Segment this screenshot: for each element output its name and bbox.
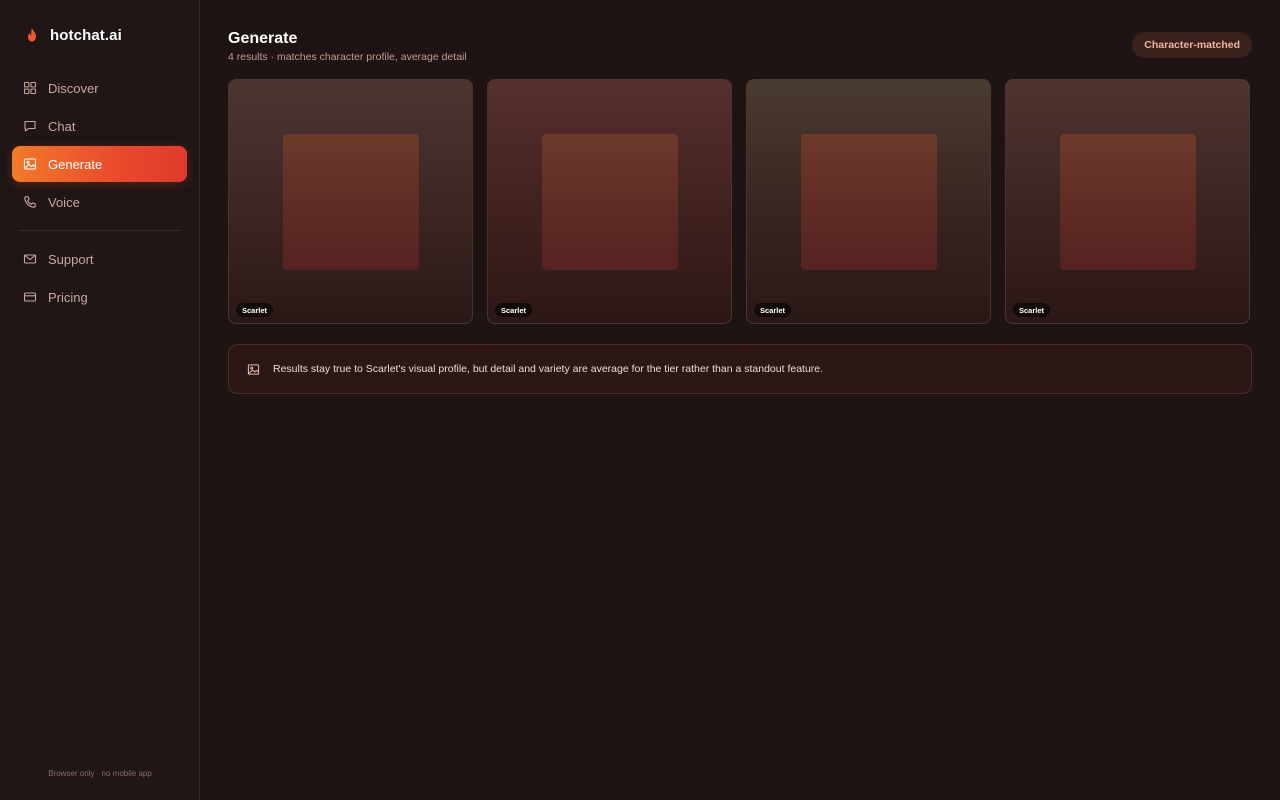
- character-tag: Scarlet: [754, 303, 792, 317]
- results-summary: 4 results · matches character profile, a…: [228, 51, 467, 63]
- status-badge: Character-matched: [1132, 32, 1252, 58]
- page-title: Generate: [228, 30, 298, 47]
- character-tag: Scarlet: [1013, 303, 1051, 317]
- sidebar-item-label: Generate: [48, 156, 103, 172]
- sidebar-item-voice[interactable]: Voice: [12, 184, 187, 220]
- result-image-placeholder: [542, 134, 678, 270]
- result-card[interactable]: Scarlet: [228, 79, 473, 324]
- sidebar-item-label: Voice: [48, 194, 80, 210]
- result-image-placeholder: [283, 134, 419, 270]
- grid-icon: [23, 81, 37, 95]
- chat-bubble-icon: [23, 119, 37, 133]
- info-note: Results stay true to Scarlet's visual pr…: [228, 344, 1252, 394]
- info-note-text: Results stay true to Scarlet's visual pr…: [273, 363, 824, 375]
- flame-icon: [26, 28, 38, 42]
- primary-nav: Discover Chat Generate Voice: [12, 70, 187, 220]
- results-grid: Scarlet Scarlet Scarlet Scarlet: [228, 79, 1252, 324]
- sidebar-divider: [18, 230, 181, 231]
- sidebar-item-label: Pricing: [48, 289, 88, 305]
- sidebar-item-chat[interactable]: Chat: [12, 108, 187, 144]
- brand[interactable]: hotchat.ai: [12, 0, 187, 70]
- phone-icon: [23, 195, 37, 209]
- sidebar-item-label: Discover: [48, 80, 99, 96]
- character-tag: Scarlet: [495, 303, 533, 317]
- result-card[interactable]: Scarlet: [487, 79, 732, 324]
- result-image-placeholder: [1060, 134, 1196, 270]
- mail-icon: [23, 252, 37, 266]
- main-content: Generate 4 results · matches character p…: [200, 0, 1280, 800]
- sidebar-item-pricing[interactable]: Pricing: [12, 279, 187, 315]
- character-tag: Scarlet: [236, 303, 274, 317]
- image-icon: [23, 157, 37, 171]
- result-card[interactable]: Scarlet: [746, 79, 991, 324]
- credit-card-icon: [23, 290, 37, 304]
- result-image-placeholder: [801, 134, 937, 270]
- result-card[interactable]: Scarlet: [1005, 79, 1250, 324]
- platform-note: Browser only · no mobile app: [48, 769, 152, 778]
- sidebar-item-support[interactable]: Support: [12, 241, 187, 277]
- image-icon: [247, 363, 260, 376]
- sidebar-item-label: Chat: [48, 118, 76, 134]
- sidebar-item-discover[interactable]: Discover: [12, 70, 187, 106]
- sidebar-item-generate[interactable]: Generate: [12, 146, 187, 182]
- sidebar: hotchat.ai Discover Chat Generate Voice …: [0, 0, 200, 800]
- page-header: Generate 4 results · matches character p…: [228, 30, 1252, 79]
- app-root: hotchat.ai Discover Chat Generate Voice …: [0, 0, 1280, 800]
- sidebar-item-label: Support: [48, 251, 94, 267]
- brand-name: hotchat.ai: [50, 26, 122, 44]
- secondary-nav: Support Pricing: [12, 241, 187, 315]
